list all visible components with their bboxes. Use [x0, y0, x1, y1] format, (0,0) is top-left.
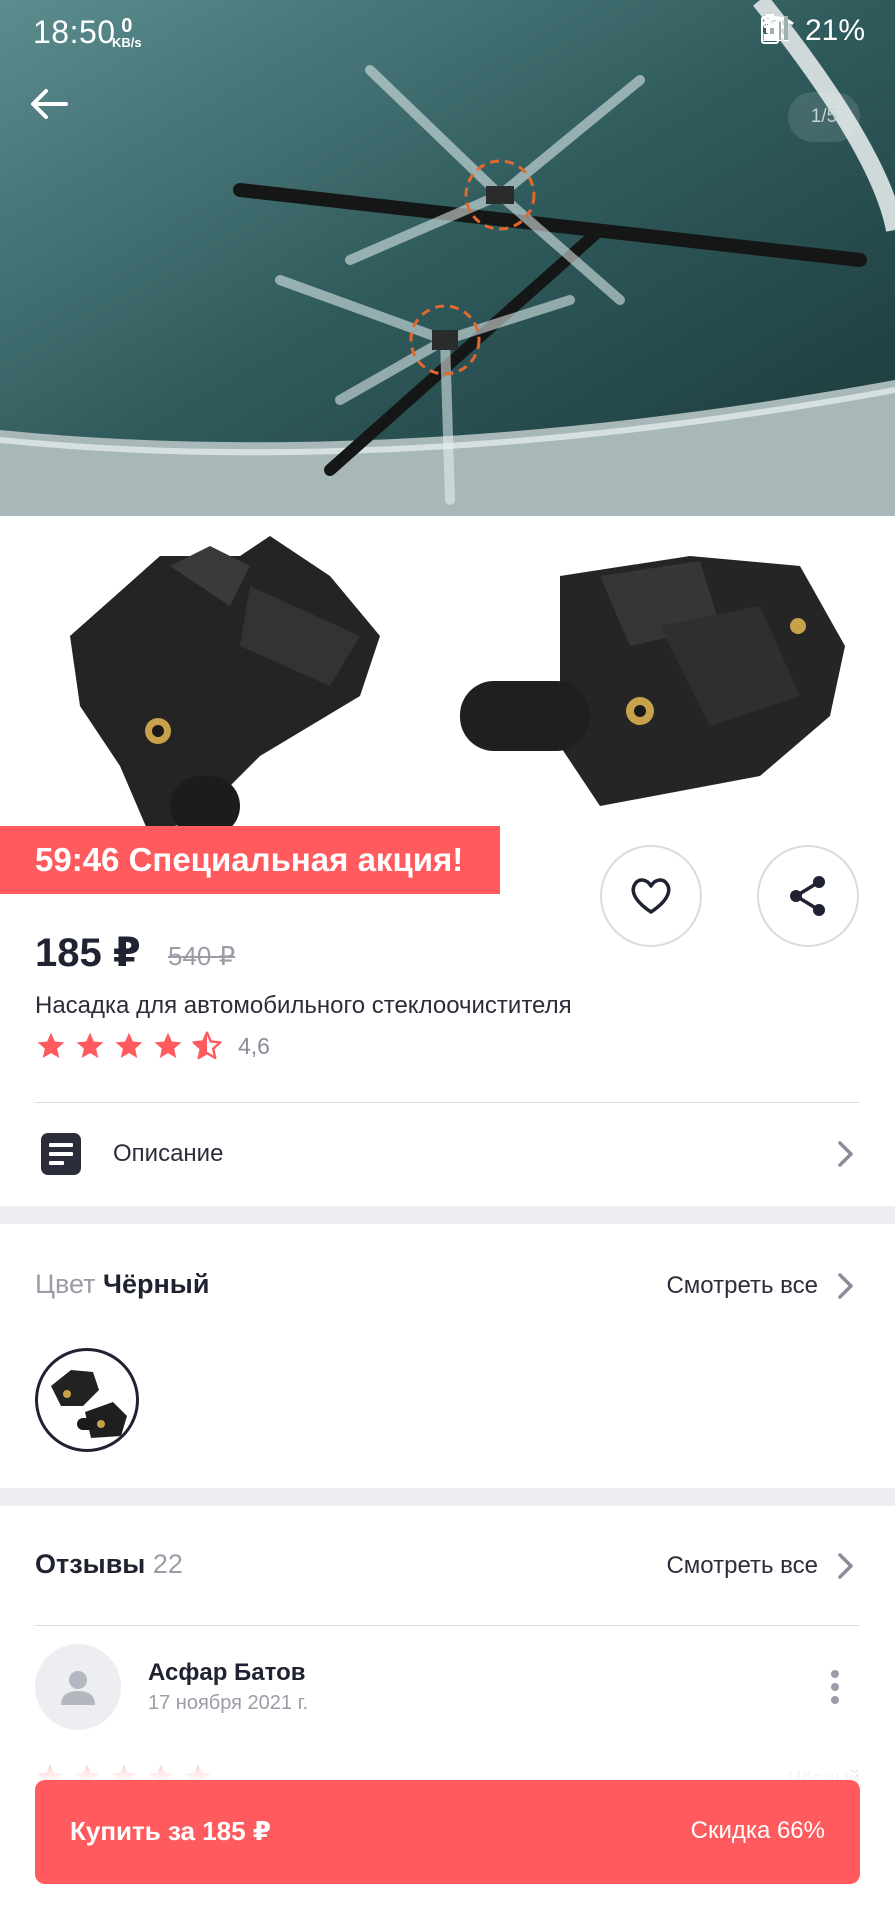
star-icon — [154, 1032, 182, 1058]
nozzle-photo — [70, 536, 845, 836]
section-separator — [0, 1206, 895, 1224]
product-image-main[interactable]: 18:50 0 KB/s Vo)) LTE1 21% — [0, 0, 895, 516]
network-speed: 0 KB/s — [112, 16, 142, 50]
star-icon — [37, 1032, 65, 1058]
product-image-secondary — [0, 516, 895, 846]
buy-button-label: Купить за 185 ₽ — [70, 1816, 271, 1846]
rating-value: 4,6 — [238, 1032, 270, 1059]
star-half-icon — [192, 1031, 222, 1060]
discount-label: Скидка 66% — [690, 1817, 825, 1844]
color-swatch-thumbnail — [51, 1370, 127, 1438]
color-label: Цвет — [35, 1269, 96, 1299]
product-title: Насадка для автомобильного стеклоочистит… — [35, 992, 572, 1019]
reviews-label: Отзывы — [35, 1549, 146, 1579]
share-icon — [790, 876, 825, 916]
status-icons: Vo)) LTE1 21% — [760, 14, 865, 48]
document-icon — [41, 1133, 81, 1175]
buy-button[interactable]: Купить за 185 ₽ Скидка 66% — [35, 1780, 860, 1884]
chevron-right-icon[interactable] — [837, 1272, 855, 1300]
chevron-right-icon — [838, 1141, 853, 1167]
reviews-heading: Отзывы 22 — [35, 1549, 183, 1580]
battery-percent: 21% — [804, 14, 865, 47]
section-separator — [0, 1488, 895, 1506]
heart-icon — [631, 878, 671, 914]
product-price: 185 ₽ — [35, 931, 141, 975]
network-speed-unit: KB/s — [112, 35, 142, 50]
status-time: 18:50 — [33, 14, 116, 50]
back-button[interactable] — [30, 88, 94, 152]
share-button[interactable] — [757, 845, 859, 947]
reviews-count: 22 — [152, 1549, 183, 1579]
description-row[interactable]: Описание — [0, 1104, 895, 1204]
battery-icon — [760, 14, 779, 44]
star-icon — [76, 1032, 104, 1058]
image-counter: 1/5 — [788, 92, 860, 142]
star-icon — [115, 1032, 143, 1058]
color-heading: Цвет Чёрный — [35, 1269, 209, 1300]
product-rating[interactable]: 4,6 — [35, 1030, 270, 1062]
windshield-photo — [0, 0, 895, 516]
arrow-left-icon — [31, 89, 68, 119]
product-old-price: 540 ₽ — [168, 941, 236, 971]
review-date: 17 ноября 2021 г. — [148, 1692, 308, 1714]
avatar — [35, 1644, 121, 1730]
favorite-button[interactable] — [600, 845, 702, 947]
reviews-see-all-link[interactable]: Смотреть все — [666, 1552, 818, 1580]
chevron-right-icon[interactable] — [837, 1552, 855, 1580]
reviewer-name: Асфар Батов — [148, 1659, 306, 1686]
color-see-all-link[interactable]: Смотреть все — [666, 1272, 818, 1300]
user-icon — [61, 1671, 95, 1705]
promo-timer-banner: 59:46 Специальная акция! — [0, 826, 500, 894]
color-value: Чёрный — [103, 1269, 210, 1299]
more-vertical-icon[interactable] — [820, 1664, 850, 1710]
status-bar: 18:50 0 KB/s Vo)) LTE1 21% — [0, 0, 895, 66]
color-swatch-black[interactable] — [35, 1348, 139, 1452]
network-speed-value: 0 — [121, 15, 133, 37]
divider — [35, 1102, 860, 1103]
divider — [35, 1625, 860, 1626]
description-label: Описание — [113, 1140, 224, 1167]
